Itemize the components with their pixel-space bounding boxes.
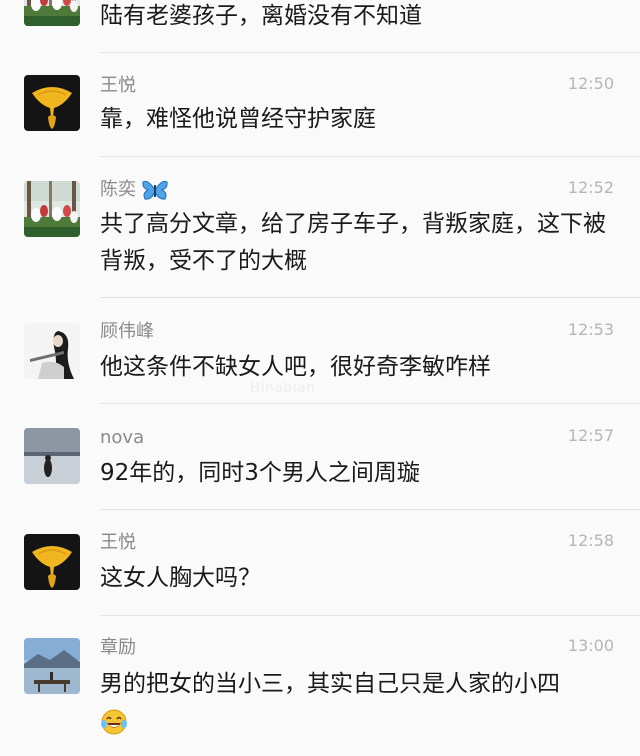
avatar[interactable]: [24, 428, 80, 484]
timestamp: 13:00: [567, 636, 614, 655]
message-text-body: 男的把女的当小三，其实自己只是人家的小四: [100, 671, 560, 697]
timestamp: 12:53: [567, 320, 614, 339]
timestamp: 12:52: [567, 178, 614, 197]
message-text: 男的把女的当小三，其实自己只是人家的小四: [100, 666, 620, 740]
avatar[interactable]: [24, 181, 80, 237]
message-text: 共了高分文章，给了房子车子，背叛家庭，这下被背叛，受不了的大概: [100, 211, 606, 274]
list-item: 陈奕 12:52 共了高分文章，给了房子车子，背叛家庭，这下被背叛，受不了的大概: [0, 157, 640, 298]
butterfly-icon: [142, 180, 168, 200]
avatar[interactable]: [24, 323, 80, 379]
message-text: 他这条件不缺女人吧，很好奇李敏咋样: [100, 354, 491, 380]
watermark: Hinabian: [250, 381, 316, 396]
timestamp: 12:50: [567, 74, 614, 93]
list-item: 章励 13:00 男的把女的当小三，其实自己只是人家的小四: [0, 616, 640, 756]
list-item: 王悦 12:50 靠，难怪他说曾经守护家庭: [0, 53, 640, 157]
laughing-tears-emoji: [101, 709, 127, 734]
comment-feed: 陆有老婆孩子，离婚没有不知道 王悦 12:50 靠，难怪他说曾经守护家庭 陈奕 …: [0, 0, 640, 756]
timestamp: 12:58: [567, 531, 614, 550]
message-text: 92年的，同时3个男人之间周璇: [100, 460, 420, 486]
sender-name[interactable]: 顾伟峰: [100, 321, 154, 343]
message-text: 靠，难怪他说曾经守护家庭: [100, 106, 376, 132]
sender-name[interactable]: 陈奕: [100, 179, 168, 201]
list-item: 陆有老婆孩子，离婚没有不知道: [0, 0, 640, 53]
avatar[interactable]: [24, 75, 80, 131]
list-item: nova 12:57 92年的，同时3个男人之间周璇: [0, 404, 640, 510]
list-item: 顾伟峰 12:53 他这条件不缺女人吧，很好奇李敏咋样: [0, 298, 640, 404]
sender-name[interactable]: nova: [100, 427, 144, 449]
message-text: 陆有老婆孩子，离婚没有不知道: [100, 3, 422, 29]
avatar[interactable]: [24, 534, 80, 590]
list-item: 王悦 12:58 这女人胸大吗？: [0, 510, 640, 616]
sender-name[interactable]: 王悦: [100, 75, 136, 97]
sender-name-label: 陈奕: [100, 179, 136, 200]
sender-name[interactable]: 王悦: [100, 532, 136, 554]
avatar[interactable]: [24, 0, 80, 26]
sender-name[interactable]: 章励: [100, 637, 136, 659]
timestamp: 12:57: [567, 426, 614, 445]
message-text: 这女人胸大吗？: [100, 565, 261, 591]
avatar[interactable]: [24, 638, 80, 694]
